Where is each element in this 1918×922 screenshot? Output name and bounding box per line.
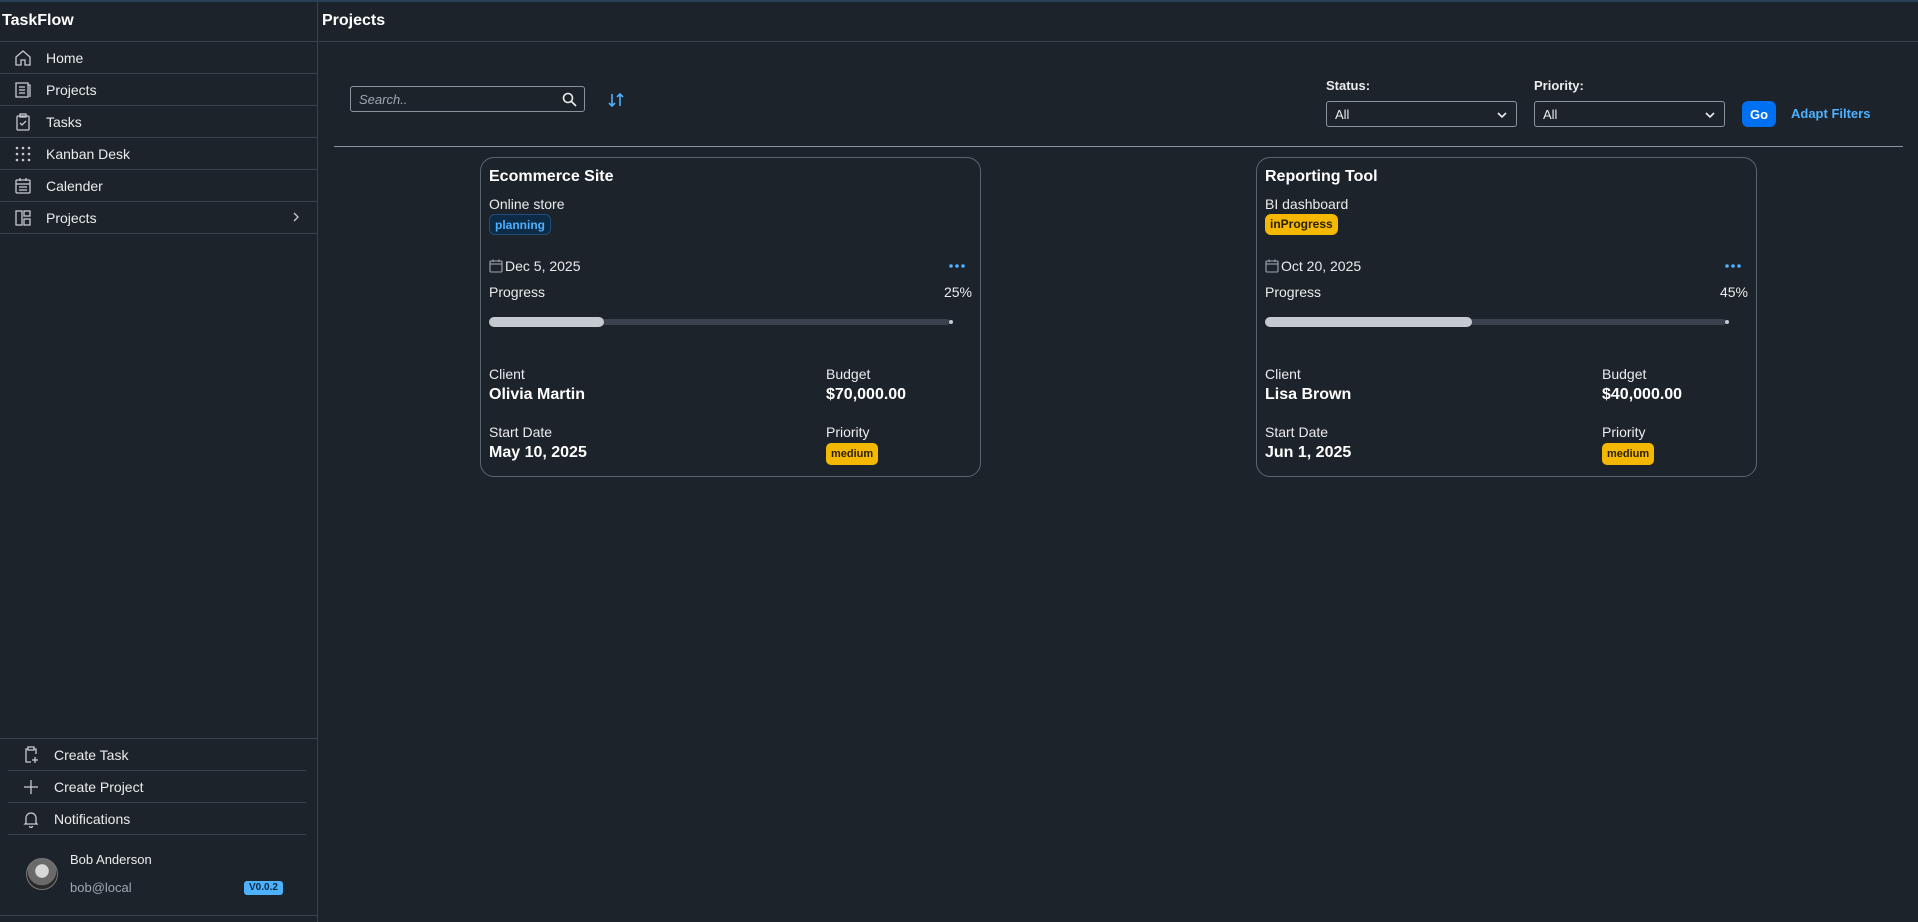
due-date: Dec 5, 2025 — [505, 258, 581, 274]
more-options-icon[interactable] — [948, 262, 966, 270]
adapt-filters-link[interactable]: Adapt Filters — [1791, 106, 1870, 121]
status-badge: inProgress — [1265, 214, 1338, 235]
calendar-icon — [15, 178, 31, 194]
status-select-value: All — [1335, 107, 1350, 122]
progress-label: Progress — [1265, 284, 1322, 300]
home-icon — [15, 50, 31, 66]
priority-select[interactable]: All — [1534, 101, 1725, 127]
search-icon[interactable] — [562, 92, 577, 107]
priority-label: Priority — [826, 424, 870, 440]
progress-bar — [489, 317, 950, 327]
start-date-value: Jun 1, 2025 — [1265, 444, 1352, 461]
priority-select-value: All — [1543, 107, 1558, 122]
search-input[interactable] — [359, 91, 549, 107]
bottom-item-label: Create Project — [54, 779, 144, 795]
sidebar-item-label: Kanban Desk — [46, 145, 131, 162]
priority-badge: medium — [826, 443, 879, 465]
main-content: Projects Status: All Priority: All Go Ad… — [319, 2, 1918, 922]
client-name: Olivia Martin — [489, 386, 586, 403]
project-title: Ecommerce Site — [489, 168, 614, 185]
start-date-value: May 10, 2025 — [489, 444, 587, 461]
more-options-icon[interactable] — [1724, 262, 1742, 270]
sidebar-item-label: Projects — [46, 81, 97, 98]
sidebar-item-kanban[interactable]: Kanban Desk — [0, 138, 317, 170]
dashboard-layout-icon — [15, 210, 31, 226]
bottom-item-label: Create Task — [54, 747, 129, 763]
user-email: bob@local — [70, 880, 132, 895]
project-description: BI dashboard — [1265, 196, 1349, 212]
clipboard-check-icon — [16, 113, 30, 131]
progress-bar — [1265, 317, 1726, 327]
sidebar-item-calendar[interactable]: Calender — [0, 170, 317, 202]
budget-value: $40,000.00 — [1602, 386, 1683, 403]
start-date-label: Start Date — [489, 424, 553, 440]
search-field[interactable] — [350, 86, 585, 112]
sidebar-item-projects[interactable]: Projects — [0, 74, 317, 106]
app-shell: TaskFlow Home Projects Tasks Kanban Desk… — [0, 0, 1918, 922]
budget-value: $70,000.00 — [826, 386, 907, 403]
priority-label: Priority — [1602, 424, 1646, 440]
budget-label: Budget — [1602, 366, 1647, 382]
progress-percent: 25% — [943, 284, 972, 300]
go-button[interactable]: Go — [1742, 101, 1776, 127]
version-badge: V0.0.2 — [244, 881, 283, 895]
user-profile[interactable]: Bob Anderson bob@local V0.0.2 — [0, 840, 318, 916]
toolbar-divider — [334, 146, 1903, 147]
sidebar-item-tasks[interactable]: Tasks — [0, 106, 317, 138]
chevron-right-icon[interactable] — [289, 210, 303, 224]
status-badge: planning — [489, 214, 551, 235]
calendar-icon — [1265, 259, 1279, 273]
create-project-button[interactable]: Create Project — [8, 771, 306, 803]
sidebar-item-home[interactable]: Home — [0, 42, 317, 74]
progress-end-dot — [949, 320, 953, 324]
create-task-button[interactable]: Create Task — [8, 739, 306, 771]
project-card[interactable]: Ecommerce Site Online store planning Dec… — [480, 157, 981, 477]
sidebar-item-label: Home — [46, 49, 84, 66]
progress-percent: 45% — [1719, 284, 1748, 300]
sidebar-item-label: Calender — [46, 177, 103, 194]
due-date: Oct 20, 2025 — [1281, 258, 1362, 274]
priority-badge: medium — [1602, 443, 1655, 465]
start-date-label: Start Date — [1265, 424, 1329, 440]
status-select[interactable]: All — [1326, 101, 1517, 127]
project-description: Online store — [489, 196, 565, 212]
avatar[interactable] — [26, 858, 58, 890]
sidebar-bottom-nav: Create Task Create Project Notifications — [0, 738, 318, 835]
user-name: Bob Anderson — [70, 852, 152, 867]
client-label: Client — [489, 366, 525, 382]
chevron-down-icon — [1497, 112, 1507, 119]
project-card[interactable]: Reporting Tool BI dashboard inProgress O… — [1256, 157, 1757, 477]
plus-icon — [24, 780, 38, 794]
progress-label: Progress — [489, 284, 546, 300]
budget-label: Budget — [826, 366, 871, 382]
sidebar-item-label: Projects — [46, 209, 97, 226]
page-title: Projects — [319, 2, 1918, 42]
app-brand: TaskFlow — [0, 2, 317, 42]
client-name: Lisa Brown — [1265, 386, 1352, 403]
clipboard-add-icon — [25, 746, 38, 763]
grid-dots-icon — [15, 146, 31, 162]
calendar-icon — [489, 259, 503, 273]
progress-fill — [1265, 317, 1473, 327]
sidebar: TaskFlow Home Projects Tasks Kanban Desk… — [0, 2, 318, 922]
sort-icon[interactable] — [607, 91, 625, 109]
status-filter-label: Status: — [1326, 78, 1371, 93]
sidebar-item-projects-group[interactable]: Projects — [0, 202, 317, 234]
project-title: Reporting Tool — [1265, 168, 1378, 185]
notifications-button[interactable]: Notifications — [8, 803, 306, 835]
bottom-item-label: Notifications — [54, 811, 131, 827]
priority-filter-label: Priority: — [1534, 78, 1584, 93]
chevron-down-icon — [1705, 112, 1715, 119]
client-label: Client — [1265, 366, 1301, 382]
progress-fill — [489, 317, 605, 327]
sidebar-item-label: Tasks — [46, 113, 82, 130]
progress-end-dot — [1725, 320, 1729, 324]
projects-list-icon — [15, 82, 31, 98]
bell-icon — [23, 812, 39, 828]
